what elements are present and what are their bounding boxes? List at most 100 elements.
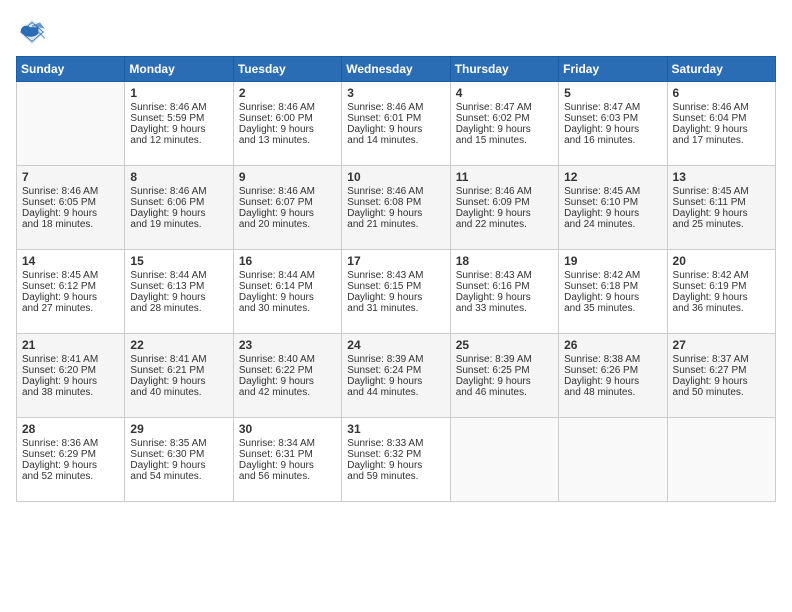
day-info: Sunrise: 8:44 AM: [130, 270, 227, 281]
day-number: 25: [456, 338, 553, 352]
calendar-cell: 22Sunrise: 8:41 AMSunset: 6:21 PMDayligh…: [125, 334, 233, 418]
col-header-sunday: Sunday: [17, 57, 125, 82]
day-info: Sunrise: 8:45 AM: [22, 270, 119, 281]
day-info: and 35 minutes.: [564, 303, 661, 314]
day-info: Sunset: 6:09 PM: [456, 197, 553, 208]
day-info: and 46 minutes.: [456, 387, 553, 398]
day-info: Sunrise: 8:46 AM: [22, 186, 119, 197]
day-info: Sunrise: 8:46 AM: [130, 102, 227, 113]
calendar-cell: 21Sunrise: 8:41 AMSunset: 6:20 PMDayligh…: [17, 334, 125, 418]
day-info: Daylight: 9 hours: [347, 208, 444, 219]
day-info: Sunrise: 8:44 AM: [239, 270, 336, 281]
day-info: Daylight: 9 hours: [130, 292, 227, 303]
day-info: and 36 minutes.: [673, 303, 770, 314]
day-number: 7: [22, 170, 119, 184]
day-number: 9: [239, 170, 336, 184]
calendar-week-4: 21Sunrise: 8:41 AMSunset: 6:20 PMDayligh…: [17, 334, 776, 418]
day-info: Sunrise: 8:46 AM: [239, 102, 336, 113]
calendar-cell: 26Sunrise: 8:38 AMSunset: 6:26 PMDayligh…: [559, 334, 667, 418]
calendar-cell: 25Sunrise: 8:39 AMSunset: 6:25 PMDayligh…: [450, 334, 558, 418]
day-info: Daylight: 9 hours: [22, 376, 119, 387]
calendar-cell: [667, 418, 775, 502]
calendar-cell: 23Sunrise: 8:40 AMSunset: 6:22 PMDayligh…: [233, 334, 341, 418]
day-info: and 25 minutes.: [673, 219, 770, 230]
day-info: and 12 minutes.: [130, 135, 227, 146]
col-header-saturday: Saturday: [667, 57, 775, 82]
day-number: 22: [130, 338, 227, 352]
day-number: 29: [130, 422, 227, 436]
day-number: 14: [22, 254, 119, 268]
day-number: 20: [673, 254, 770, 268]
col-header-thursday: Thursday: [450, 57, 558, 82]
day-info: Daylight: 9 hours: [564, 124, 661, 135]
day-info: Sunset: 6:14 PM: [239, 281, 336, 292]
day-info: Daylight: 9 hours: [673, 292, 770, 303]
calendar-week-3: 14Sunrise: 8:45 AMSunset: 6:12 PMDayligh…: [17, 250, 776, 334]
day-info: Sunset: 6:11 PM: [673, 197, 770, 208]
calendar-cell: [450, 418, 558, 502]
day-info: and 14 minutes.: [347, 135, 444, 146]
day-info: Sunrise: 8:40 AM: [239, 354, 336, 365]
calendar-cell: 17Sunrise: 8:43 AMSunset: 6:15 PMDayligh…: [342, 250, 450, 334]
day-info: Daylight: 9 hours: [456, 292, 553, 303]
day-info: and 27 minutes.: [22, 303, 119, 314]
day-info: Sunset: 6:24 PM: [347, 365, 444, 376]
col-header-tuesday: Tuesday: [233, 57, 341, 82]
day-info: and 40 minutes.: [130, 387, 227, 398]
calendar-cell: 4Sunrise: 8:47 AMSunset: 6:02 PMDaylight…: [450, 82, 558, 166]
day-info: and 31 minutes.: [347, 303, 444, 314]
day-info: Sunset: 6:16 PM: [456, 281, 553, 292]
calendar-cell: 15Sunrise: 8:44 AMSunset: 6:13 PMDayligh…: [125, 250, 233, 334]
calendar-header-row: SundayMondayTuesdayWednesdayThursdayFrid…: [17, 57, 776, 82]
day-info: Sunset: 6:08 PM: [347, 197, 444, 208]
day-info: and 16 minutes.: [564, 135, 661, 146]
day-info: Sunset: 6:20 PM: [22, 365, 119, 376]
day-info: Daylight: 9 hours: [22, 292, 119, 303]
calendar-cell: 2Sunrise: 8:46 AMSunset: 6:00 PMDaylight…: [233, 82, 341, 166]
calendar-cell: [17, 82, 125, 166]
day-info: and 42 minutes.: [239, 387, 336, 398]
day-number: 5: [564, 86, 661, 100]
calendar-cell: 3Sunrise: 8:46 AMSunset: 6:01 PMDaylight…: [342, 82, 450, 166]
day-info: Sunset: 6:04 PM: [673, 113, 770, 124]
logo: [16, 16, 52, 48]
day-info: and 28 minutes.: [130, 303, 227, 314]
day-info: and 20 minutes.: [239, 219, 336, 230]
day-info: Sunset: 6:29 PM: [22, 449, 119, 460]
calendar-cell: 9Sunrise: 8:46 AMSunset: 6:07 PMDaylight…: [233, 166, 341, 250]
calendar-cell: 6Sunrise: 8:46 AMSunset: 6:04 PMDaylight…: [667, 82, 775, 166]
calendar-cell: [559, 418, 667, 502]
day-info: and 38 minutes.: [22, 387, 119, 398]
calendar-cell: 31Sunrise: 8:33 AMSunset: 6:32 PMDayligh…: [342, 418, 450, 502]
day-info: Daylight: 9 hours: [564, 292, 661, 303]
day-number: 30: [239, 422, 336, 436]
day-info: Daylight: 9 hours: [347, 124, 444, 135]
calendar-week-5: 28Sunrise: 8:36 AMSunset: 6:29 PMDayligh…: [17, 418, 776, 502]
day-info: Daylight: 9 hours: [347, 460, 444, 471]
day-info: Daylight: 9 hours: [347, 292, 444, 303]
day-info: Sunrise: 8:37 AM: [673, 354, 770, 365]
day-info: Daylight: 9 hours: [22, 208, 119, 219]
day-info: and 13 minutes.: [239, 135, 336, 146]
day-number: 15: [130, 254, 227, 268]
calendar-table: SundayMondayTuesdayWednesdayThursdayFrid…: [16, 56, 776, 502]
day-info: and 18 minutes.: [22, 219, 119, 230]
day-info: Sunrise: 8:39 AM: [347, 354, 444, 365]
day-info: Sunset: 6:10 PM: [564, 197, 661, 208]
day-info: Daylight: 9 hours: [673, 208, 770, 219]
day-info: Sunrise: 8:47 AM: [456, 102, 553, 113]
day-info: Sunset: 6:15 PM: [347, 281, 444, 292]
day-info: and 19 minutes.: [130, 219, 227, 230]
calendar-week-2: 7Sunrise: 8:46 AMSunset: 6:05 PMDaylight…: [17, 166, 776, 250]
day-info: Daylight: 9 hours: [456, 208, 553, 219]
logo-icon: [16, 16, 48, 48]
day-info: Daylight: 9 hours: [564, 208, 661, 219]
day-info: Daylight: 9 hours: [130, 460, 227, 471]
day-number: 21: [22, 338, 119, 352]
calendar-cell: 28Sunrise: 8:36 AMSunset: 6:29 PMDayligh…: [17, 418, 125, 502]
day-info: Sunset: 6:00 PM: [239, 113, 336, 124]
calendar-cell: 12Sunrise: 8:45 AMSunset: 6:10 PMDayligh…: [559, 166, 667, 250]
day-info: Sunset: 6:03 PM: [564, 113, 661, 124]
calendar-cell: 24Sunrise: 8:39 AMSunset: 6:24 PMDayligh…: [342, 334, 450, 418]
day-info: Daylight: 9 hours: [564, 376, 661, 387]
